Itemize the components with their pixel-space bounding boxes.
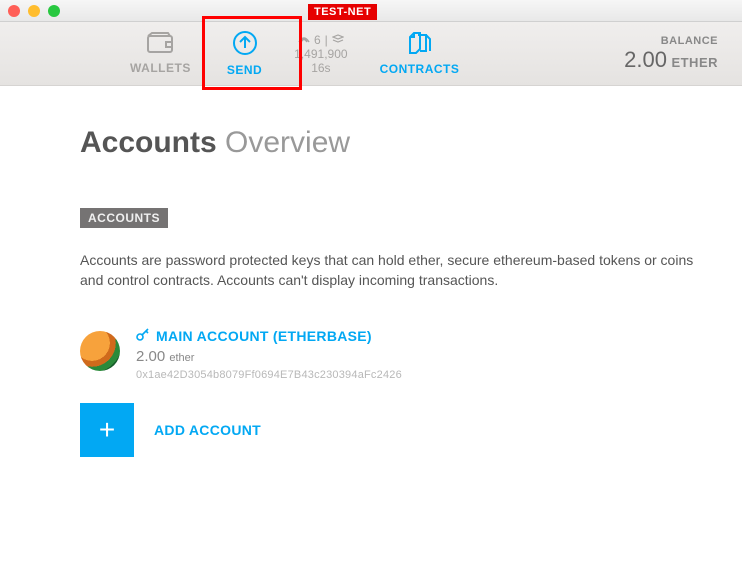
account-avatar bbox=[80, 331, 120, 371]
account-balance: 2.00 ether bbox=[136, 348, 694, 365]
key-icon bbox=[136, 327, 150, 346]
block-time: 16s bbox=[311, 61, 330, 75]
nav-wallets[interactable]: WALLETS bbox=[112, 22, 209, 85]
account-item[interactable]: MAIN ACCOUNT (ETHERBASE) 2.00 ether 0x1a… bbox=[80, 327, 694, 381]
account-address: 0x1ae42D3054b8079Ff0694E7B43c230394aFc24… bbox=[136, 369, 694, 381]
nav-contracts-label: CONTRACTS bbox=[380, 62, 460, 76]
balance-amount: 2.00 bbox=[624, 47, 667, 72]
testnet-badge: TEST-NET bbox=[308, 4, 377, 20]
block-number: 1,491,900 bbox=[294, 47, 347, 61]
balance-unit: ETHER bbox=[671, 55, 718, 70]
balance-display: BALANCE 2.00 ETHER bbox=[624, 35, 742, 73]
nav-wallets-label: WALLETS bbox=[130, 61, 191, 75]
nav-send[interactable]: SEND bbox=[209, 22, 280, 85]
signal-icon bbox=[298, 33, 310, 47]
accounts-description: Accounts are password protected keys tha… bbox=[80, 250, 694, 291]
layers-icon bbox=[332, 33, 344, 47]
add-account-label[interactable]: ADD ACCOUNT bbox=[154, 422, 261, 438]
accounts-section-label: ACCOUNTS bbox=[80, 208, 168, 228]
minimize-window-button[interactable] bbox=[28, 5, 40, 17]
wallet-icon bbox=[146, 32, 174, 59]
add-account-button[interactable]: + bbox=[80, 403, 134, 457]
account-name[interactable]: MAIN ACCOUNT (ETHERBASE) bbox=[156, 328, 372, 344]
network-status: 6 | 1,491,900 16s bbox=[280, 33, 361, 75]
plus-icon: + bbox=[99, 414, 115, 446]
peer-count: 6 bbox=[314, 33, 321, 47]
contracts-icon bbox=[406, 31, 432, 60]
nav-contracts[interactable]: CONTRACTS bbox=[362, 22, 478, 85]
page-title: Accounts Overview bbox=[80, 126, 694, 160]
top-toolbar: TEST-NET WALLETS SEND 6 | 1,491,900 16s bbox=[0, 22, 742, 86]
main-content: Accounts Overview ACCOUNTS Accounts are … bbox=[0, 86, 742, 457]
maximize-window-button[interactable] bbox=[48, 5, 60, 17]
nav-send-label: SEND bbox=[227, 63, 262, 77]
balance-label: BALANCE bbox=[624, 35, 718, 47]
send-icon bbox=[232, 30, 258, 61]
close-window-button[interactable] bbox=[8, 5, 20, 17]
